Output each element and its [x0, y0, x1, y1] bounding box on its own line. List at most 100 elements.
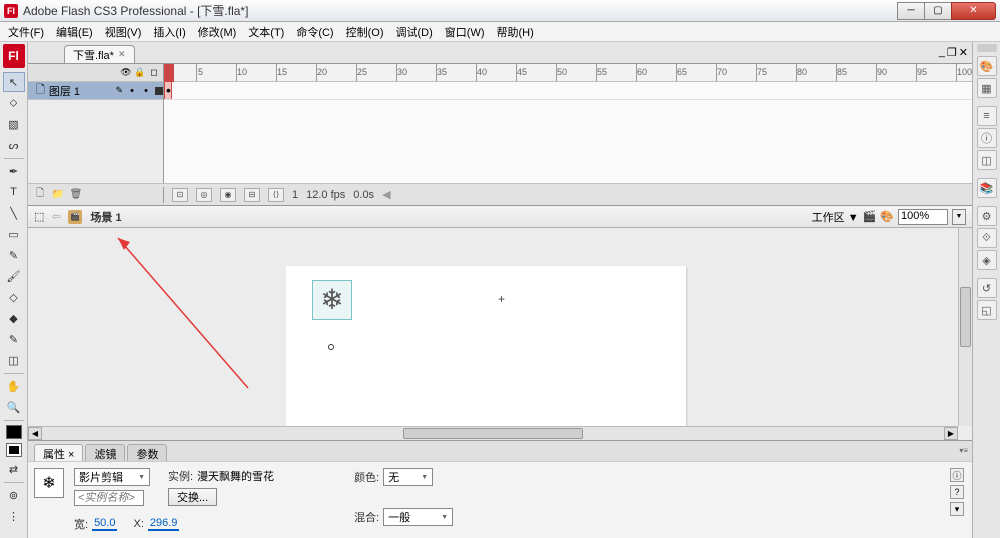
movieclip-instance[interactable]: ❄ — [312, 280, 352, 320]
color-select[interactable]: 无▼ — [383, 468, 433, 486]
stage-vscrollbar[interactable] — [958, 228, 972, 426]
x-value[interactable]: 296.9 — [148, 517, 180, 531]
maximize-button[interactable]: ▢ — [924, 2, 952, 20]
onion-outline-icon[interactable]: ◉ — [220, 188, 236, 202]
stage-hscrollbar[interactable]: ◀▶ — [28, 426, 958, 440]
swatches-panel-icon[interactable]: ▦ — [977, 78, 997, 98]
stage-area[interactable]: ❄ + ◀▶ — [28, 228, 972, 440]
new-layer-button[interactable]: 🗋 — [32, 187, 48, 203]
info-icon[interactable]: ⓘ — [950, 468, 964, 482]
layer-row[interactable]: 🗋 图层 1 ✎ • • — [28, 82, 163, 100]
line-tool[interactable]: ╲ — [3, 203, 25, 223]
fill-color-swatch[interactable] — [6, 443, 22, 457]
color-panel-icon[interactable]: 🎨 — [977, 56, 997, 76]
eyedropper-tool[interactable]: ✎ — [3, 329, 25, 349]
edit-multiple-icon[interactable]: ⊟ — [244, 188, 260, 202]
menu-help[interactable]: 帮助(H) — [491, 22, 540, 42]
edit-scene-button[interactable]: 🎬 — [863, 210, 877, 223]
menu-file[interactable]: 文件(F) — [2, 22, 50, 42]
subselection-tool[interactable]: ⬦ — [3, 93, 25, 113]
lasso-tool[interactable]: ᔕ — [3, 135, 25, 155]
layer-lock[interactable]: • — [141, 85, 151, 97]
minimize-button[interactable]: ─ — [897, 2, 925, 20]
free-transform-tool[interactable]: ▧ — [3, 114, 25, 134]
snap-tool[interactable]: ⊚ — [3, 485, 25, 505]
menu-view[interactable]: 视图(V) — [99, 22, 148, 42]
new-folder-button[interactable]: 📁 — [50, 187, 66, 203]
menu-text[interactable]: 文本(T) — [242, 22, 290, 42]
library-panel-icon[interactable]: 📚 — [977, 178, 997, 198]
pen-tool[interactable]: ✒ — [3, 161, 25, 181]
transform-panel-icon[interactable]: ◫ — [977, 150, 997, 170]
ruler-tick: 75 — [756, 64, 764, 81]
document-tab[interactable]: 下雪.fla* ✕ — [64, 45, 135, 63]
option-tool[interactable]: ⋮ — [3, 506, 25, 526]
keyframe[interactable] — [166, 86, 171, 96]
close-tab-icon[interactable]: ✕ — [118, 49, 126, 60]
expand-handle-icon[interactable] — [977, 44, 997, 52]
history-panel-icon[interactable]: ↺ — [977, 278, 997, 298]
timeline-ruler[interactable]: 1510152025303540455055606570758085909510… — [164, 64, 972, 81]
menu-edit[interactable]: 编辑(E) — [50, 22, 99, 42]
edit-scene-icon[interactable]: ⬚ — [34, 210, 44, 223]
tab-properties[interactable]: 属性 × — [34, 444, 83, 461]
swap-colors[interactable]: ⇄ — [3, 459, 25, 479]
pencil-tool[interactable]: ✎ — [3, 245, 25, 265]
hand-tool[interactable]: ✋ — [3, 376, 25, 396]
timeline-scroll-left-icon[interactable]: ◀ — [382, 188, 390, 201]
doc-minimize-icon[interactable]: _ — [939, 46, 945, 59]
layer-outline[interactable] — [155, 87, 163, 95]
close-button[interactable]: ✕ — [951, 2, 996, 20]
stroke-color-swatch[interactable] — [6, 425, 22, 439]
swap-button[interactable]: 交换... — [168, 488, 217, 506]
onion-skin-icon[interactable]: ◎ — [196, 188, 212, 202]
instance-name-input[interactable] — [74, 490, 144, 506]
help-icon[interactable]: ? — [950, 485, 964, 499]
timeline-frames[interactable] — [164, 82, 972, 183]
actions-panel-icon[interactable]: ⟐ — [977, 228, 997, 248]
eye-column-icon[interactable]: 👁 — [121, 68, 131, 78]
zoom-dropdown-icon[interactable]: ▼ — [952, 209, 966, 225]
playhead-icon[interactable] — [164, 64, 174, 82]
menu-modify[interactable]: 修改(M) — [192, 22, 243, 42]
menu-control[interactable]: 控制(O) — [340, 22, 390, 42]
outline-column-icon[interactable]: ◻ — [149, 68, 159, 78]
options-icon[interactable]: ▾ — [950, 502, 964, 516]
menu-command[interactable]: 命令(C) — [290, 22, 339, 42]
tab-filters[interactable]: 滤镜 — [85, 444, 125, 461]
eraser-tool[interactable]: ◫ — [3, 350, 25, 370]
scene-panel-icon[interactable]: ◱ — [977, 300, 997, 320]
blend-select[interactable]: 一般▼ — [383, 508, 453, 526]
menu-insert[interactable]: 插入(I) — [147, 22, 191, 42]
selection-tool[interactable]: ↖ — [3, 72, 25, 92]
doc-restore-icon[interactable]: ❐ — [947, 46, 957, 59]
menu-debug[interactable]: 调试(D) — [390, 22, 439, 42]
back-arrow-icon[interactable]: ⇦ — [48, 209, 64, 225]
align-panel-icon[interactable]: ≡ — [977, 106, 997, 126]
ink-bottle-tool[interactable]: ◇ — [3, 287, 25, 307]
zoom-input[interactable]: 100% — [898, 209, 948, 225]
info-panel-icon[interactable]: ⓘ — [977, 128, 997, 148]
zoom-tool[interactable]: 🔍 — [3, 397, 25, 417]
rectangle-tool[interactable]: ▭ — [3, 224, 25, 244]
scene-name[interactable]: 场景 1 — [86, 209, 121, 225]
lock-column-icon[interactable]: 🔒 — [135, 68, 145, 78]
behaviors-panel-icon[interactable]: ⚙ — [977, 206, 997, 226]
stage-canvas[interactable]: ❄ + — [286, 266, 686, 426]
menu-window[interactable]: 窗口(W) — [439, 22, 491, 42]
delete-layer-button[interactable]: 🗑 — [68, 187, 84, 203]
paint-bucket-tool[interactable]: ◆ — [3, 308, 25, 328]
doc-close-icon[interactable]: ✕ — [959, 46, 968, 59]
width-value[interactable]: 50.0 — [92, 517, 117, 531]
workspace-dropdown[interactable]: 工作区 ▼ — [812, 209, 859, 225]
brush-tool[interactable]: 🖌 — [3, 266, 25, 286]
panel-menu-icon[interactable]: ▾≡ — [959, 446, 968, 455]
components-panel-icon[interactable]: ◈ — [977, 250, 997, 270]
modify-onion-icon[interactable]: ⟨⟩ — [268, 188, 284, 202]
text-tool[interactable]: T — [3, 182, 25, 202]
instance-type-select[interactable]: 影片剪辑▼ — [74, 468, 150, 486]
center-frame-icon[interactable]: ⊡ — [172, 188, 188, 202]
tab-parameters[interactable]: 参数 — [127, 444, 167, 461]
edit-symbol-button[interactable]: 🎨 — [880, 210, 894, 223]
layer-eye[interactable]: • — [127, 85, 137, 97]
